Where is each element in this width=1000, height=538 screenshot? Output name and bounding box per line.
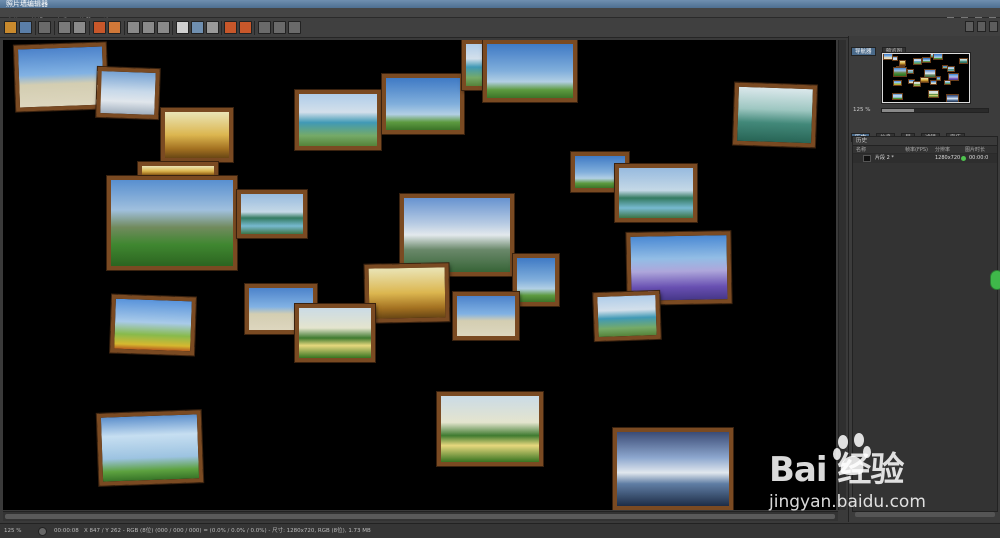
history-title: 历史 (853, 137, 997, 146)
col-name: 名称 (856, 147, 867, 153)
status-info: X 847 / Y 262 - RGB (8位) (000 / 000 / 00… (84, 528, 371, 534)
toolbar-extra-1-icon[interactable] (965, 21, 974, 32)
photo-coast-rocks[interactable] (593, 290, 661, 342)
navigator-tabs: 导航器 预览图 (851, 38, 907, 56)
history-row-duration: 00:00:0 (969, 155, 989, 161)
panel-scrollbar[interactable] (855, 512, 995, 517)
flip-icon[interactable] (273, 21, 286, 34)
photo-flower-meadow[interactable] (110, 294, 196, 356)
save-icon[interactable] (19, 21, 32, 34)
photo-green-hills[interactable] (513, 254, 559, 306)
render-settings-icon[interactable] (108, 21, 121, 34)
photo-sun-flowers[interactable] (96, 410, 204, 486)
distribute-icon[interactable] (288, 21, 301, 34)
font-size-down-icon[interactable] (239, 21, 252, 34)
photo-beach-palm[interactable] (13, 42, 109, 112)
align-icon[interactable] (206, 21, 219, 34)
layout-3-icon[interactable] (157, 21, 170, 34)
photo-snow-rocks[interactable] (96, 66, 160, 120)
photo-green-lake[interactable] (732, 82, 818, 148)
toolbar-extra-2-icon[interactable] (977, 21, 986, 32)
zoom-slider-fill (882, 109, 914, 112)
photo-lake-island[interactable] (615, 164, 697, 222)
status-zoom[interactable]: 125 % (4, 528, 21, 535)
menu-bar: 文件 编辑 查看 片段 选项 (0, 8, 1000, 25)
right-panel: 导航器 预览图 125 % 历史 信息 层 滤镜 宣传 历史 名称 帧率(FPS… (848, 36, 1000, 522)
zoom-value: 125 % (853, 107, 871, 113)
zoom-row: 125 % (853, 106, 997, 115)
photo-ice-kayak[interactable] (613, 428, 733, 510)
navigator-viewport[interactable] (882, 53, 970, 103)
col-duration: 图片时长 (965, 147, 986, 153)
play-icon[interactable] (38, 527, 47, 536)
photo-tropical-beach[interactable] (453, 292, 519, 340)
photo-sky-meadow[interactable] (382, 74, 464, 134)
photo-mountain-valley[interactable] (107, 176, 237, 270)
history-row[interactable]: 片段 2 * 1280x720 00:00:0 (853, 154, 997, 163)
photo-golden-lake[interactable] (364, 263, 450, 323)
zoom-slider[interactable] (881, 108, 989, 113)
render-icon[interactable] (93, 21, 106, 34)
tab-navigator[interactable]: 导航器 (851, 47, 876, 56)
layout-icon[interactable] (127, 21, 140, 34)
frame-icon[interactable] (191, 21, 204, 34)
photo-cloud-sea[interactable] (483, 40, 577, 102)
history-row-resolution: 1280x720 (935, 155, 961, 161)
photo-tree-bench[interactable] (437, 392, 543, 466)
open-folder-icon[interactable] (4, 21, 17, 34)
status-bar: 125 % 00:00:08 X 847 / Y 262 - RGB (8位) … (0, 523, 1000, 538)
text-icon[interactable] (176, 21, 189, 34)
history-row-name: 片段 2 * (875, 155, 894, 161)
horizontal-scrollbar[interactable] (3, 511, 838, 521)
col-fps: 帧率(FPS) (905, 147, 928, 153)
status-dot-icon (961, 156, 966, 161)
history-list: 历史 名称 帧率(FPS) 分辨率 图片时长 片段 2 * 1280x720 0… (852, 136, 998, 512)
history-tabs: 历史 信息 层 滤镜 宣传 (851, 124, 966, 142)
status-time: 00:00:08 (54, 528, 79, 534)
photo-coast-bay[interactable] (295, 90, 381, 150)
toolbar-extra-3-icon[interactable] (989, 21, 998, 32)
vertical-scrollbar[interactable] (838, 40, 846, 510)
layout-2-icon[interactable] (142, 21, 155, 34)
title-bar: 照片墙编辑器 (0, 0, 1000, 8)
clip-thumb-icon (863, 155, 871, 162)
import-icon[interactable] (58, 21, 71, 34)
rotate-icon[interactable] (258, 21, 271, 34)
history-header: 名称 帧率(FPS) 分辨率 图片时长 (853, 146, 997, 154)
font-size-up-icon[interactable] (224, 21, 237, 34)
photo-lake-village[interactable] (237, 190, 307, 238)
photo-canvas[interactable] (3, 40, 836, 510)
scroll-thumb[interactable] (5, 514, 835, 519)
side-expand-button[interactable] (990, 270, 1000, 290)
toolbar (0, 18, 1000, 38)
app-window: 照片墙编辑器 文件 编辑 查看 片段 选项 (0, 0, 1000, 538)
navigator-preview[interactable] (881, 52, 971, 104)
col-resolution: 分辨率 (935, 147, 951, 153)
grid-icon[interactable] (38, 21, 51, 34)
photo-tree-sunset[interactable] (295, 304, 375, 362)
export-icon[interactable] (73, 21, 86, 34)
photo-golden-field[interactable] (161, 108, 233, 162)
